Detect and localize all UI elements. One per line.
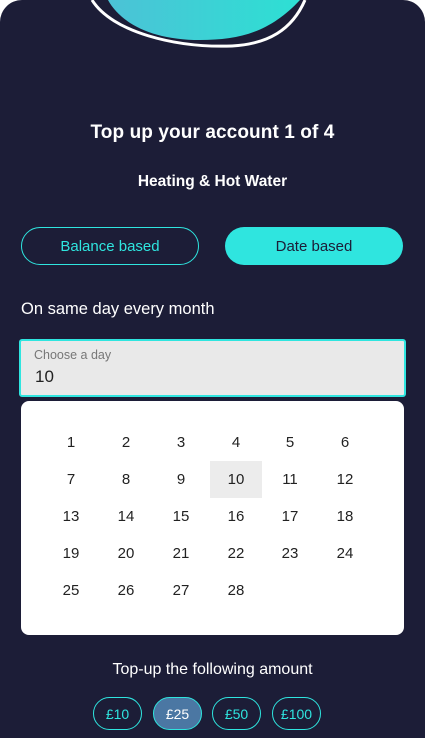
amount-option-10[interactable]: £10: [93, 697, 142, 730]
calendar-day-20[interactable]: 20: [100, 535, 152, 572]
calendar-day-17[interactable]: 17: [264, 498, 316, 535]
amount-option-50[interactable]: £50: [212, 697, 261, 730]
calendar-day-6[interactable]: 6: [319, 424, 371, 461]
calendar-day-23[interactable]: 23: [264, 535, 316, 572]
day-picker: 1 2 3 4 5 6 7 8 9 10 11 12 13 14 15 16 17 18 19 20 21 22 23 24 2…: [21, 401, 404, 635]
balance-based-button[interactable]: Balance based: [21, 227, 199, 265]
date-based-button[interactable]: Date based: [225, 227, 403, 265]
calendar-day-18[interactable]: 18: [319, 498, 371, 535]
calendar-day-26[interactable]: 26: [100, 572, 152, 609]
amount-option-25[interactable]: £25: [153, 697, 202, 730]
calendar-day-13[interactable]: 13: [45, 498, 97, 535]
calendar-day-24[interactable]: 24: [319, 535, 371, 572]
calendar-day-4[interactable]: 4: [210, 424, 262, 461]
calendar-day-15[interactable]: 15: [155, 498, 207, 535]
calendar-day-28[interactable]: 28: [210, 572, 262, 609]
calendar-day-12[interactable]: 12: [319, 461, 371, 498]
calendar-day-7[interactable]: 7: [45, 461, 97, 498]
schedule-label: On same day every month: [21, 300, 215, 318]
calendar-day-2[interactable]: 2: [100, 424, 152, 461]
choose-day-value: 10: [35, 367, 54, 386]
topup-screen: Top up your account 1 of 4 Heating & Hot…: [0, 0, 425, 738]
calendar-day-9[interactable]: 9: [155, 461, 207, 498]
choose-day-field[interactable]: Choose a day 10: [19, 339, 406, 397]
decorative-blob-graphic: [90, 0, 307, 48]
calendar-day-1[interactable]: 1: [45, 424, 97, 461]
amount-label: Top-up the following amount: [112, 661, 313, 678]
calendar-day-8[interactable]: 8: [100, 461, 152, 498]
calendar-day-3[interactable]: 3: [155, 424, 207, 461]
calendar-day-14[interactable]: 14: [100, 498, 152, 535]
page-subtitle: Heating & Hot Water: [137, 173, 288, 190]
calendar-day-22[interactable]: 22: [210, 535, 262, 572]
calendar-day-21[interactable]: 21: [155, 535, 207, 572]
calendar-day-11[interactable]: 11: [264, 461, 316, 498]
calendar-day-19[interactable]: 19: [45, 535, 97, 572]
calendar-day-25[interactable]: 25: [45, 572, 97, 609]
choose-day-placeholder: Choose a day: [34, 348, 112, 362]
calendar-day-27[interactable]: 27: [155, 572, 207, 609]
calendar-day-10[interactable]: 10: [210, 461, 262, 498]
calendar-day-5[interactable]: 5: [264, 424, 316, 461]
page-title: Top up your account 1 of 4: [90, 122, 335, 143]
amount-option-100[interactable]: £100: [272, 697, 321, 730]
calendar-day-16[interactable]: 16: [210, 498, 262, 535]
